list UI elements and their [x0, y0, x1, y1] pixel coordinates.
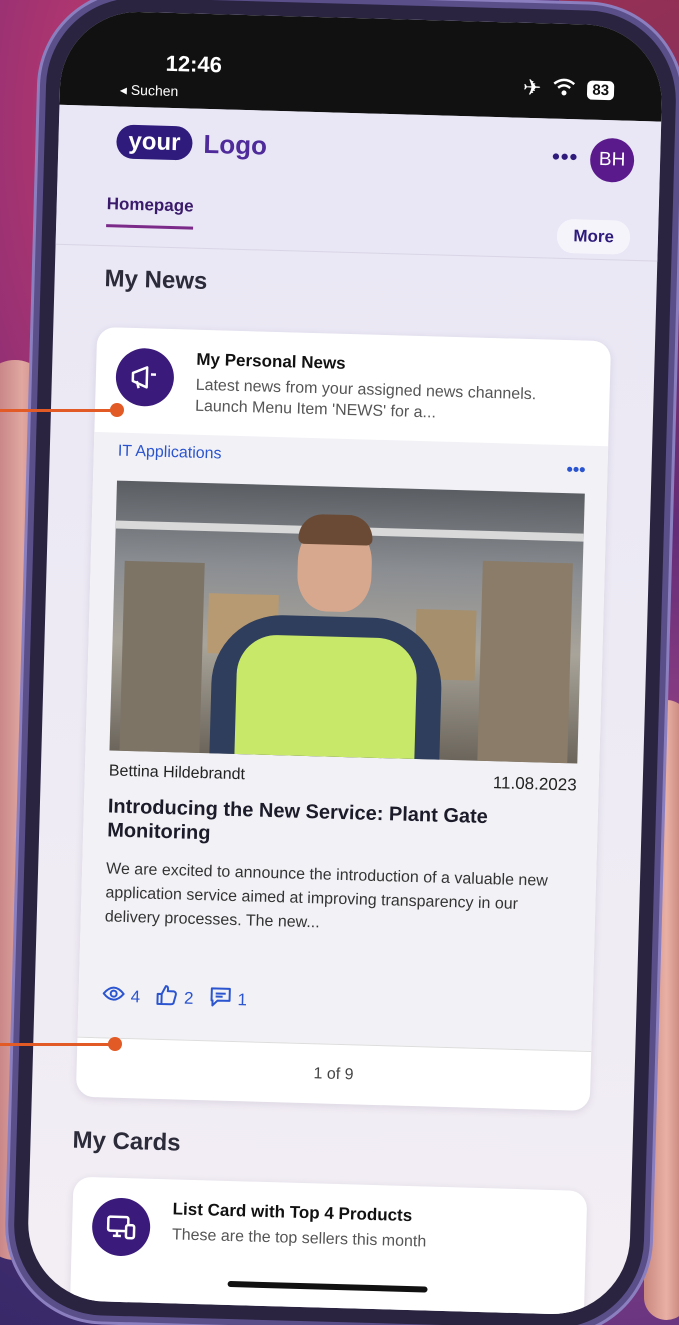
news-card-subtitle: Latest news from your assigned news chan…: [194, 376, 537, 422]
comments-count: 1: [237, 989, 248, 1009]
tab-homepage[interactable]: Homepage: [106, 194, 194, 230]
callout-line-bottom: [0, 1043, 112, 1046]
phone-screen: 12:46 ◂ Suchen ✈ 83 your Logo ••• BH Hom…: [26, 9, 664, 1317]
status-time: 12:46: [165, 50, 223, 78]
callout-dot-bottom: [108, 1037, 122, 1051]
news-card-title: My Personal News: [196, 349, 346, 373]
news-excerpt: We are excited to announce the introduct…: [104, 860, 549, 932]
list-card-title: List Card with Top 4 Products: [172, 1199, 413, 1226]
logo-text: Logo: [203, 128, 268, 161]
news-stats: 4 2 1: [102, 982, 247, 1013]
views-count: 4: [130, 986, 141, 1006]
news-category-link[interactable]: IT Applications: [118, 443, 222, 464]
news-date: 11.08.2023: [492, 773, 577, 795]
list-card[interactable]: List Card with Top 4 Products These are …: [69, 1176, 588, 1317]
airplane-icon: ✈: [522, 74, 542, 101]
thumbs-up-icon[interactable]: [156, 984, 179, 1012]
section-title-cards: My Cards: [72, 1126, 181, 1157]
eye-icon: [102, 985, 125, 1007]
section-title-news: My News: [104, 265, 208, 296]
devices-icon: [91, 1197, 151, 1257]
likes-count: 2: [183, 988, 194, 1008]
shelf-left: [119, 560, 205, 753]
app-header: your Logo ••• BH Homepage More: [55, 104, 662, 262]
news-card-header[interactable]: My Personal News Latest news from your a…: [94, 327, 611, 446]
news-card[interactable]: My Personal News Latest news from your a…: [75, 326, 612, 1112]
wifi-icon: [553, 76, 576, 103]
overflow-menu-icon[interactable]: •••: [552, 144, 579, 171]
megaphone-icon: [115, 347, 175, 408]
news-item-menu-icon[interactable]: •••: [566, 459, 585, 481]
shelf-right: [477, 560, 573, 764]
tab-more-button[interactable]: More: [556, 218, 631, 255]
callout-dot-top: [110, 403, 124, 417]
news-photo: [109, 480, 585, 764]
status-bar: 12:46 ◂ Suchen ✈ 83: [59, 9, 664, 122]
likes-stat[interactable]: 2: [156, 984, 194, 1012]
news-author: Bettina Hildebrandt: [108, 762, 246, 784]
callout-line-top: [0, 409, 115, 412]
status-icons: ✈ 83: [523, 75, 615, 104]
avatar[interactable]: BH: [589, 137, 635, 183]
logo-badge: your: [115, 124, 193, 161]
views-stat: 4: [102, 982, 140, 1010]
comment-icon[interactable]: [209, 985, 232, 1013]
phone-frame: 12:46 ◂ Suchen ✈ 83 your Logo ••• BH Hom…: [11, 0, 679, 1325]
news-headline[interactable]: Introducing the New Service: Plant Gate …: [107, 794, 576, 855]
battery-icon: 83: [587, 80, 615, 100]
list-card-subtitle: These are the top sellers this month: [171, 1226, 427, 1251]
news-item[interactable]: IT Applications ••• Bettina Hildebrandt: [77, 431, 609, 1052]
comments-stat[interactable]: 1: [209, 985, 247, 1013]
back-to-search-link[interactable]: ◂ Suchen: [120, 81, 179, 100]
safety-vest: [233, 633, 418, 764]
person-hair: [298, 513, 374, 546]
